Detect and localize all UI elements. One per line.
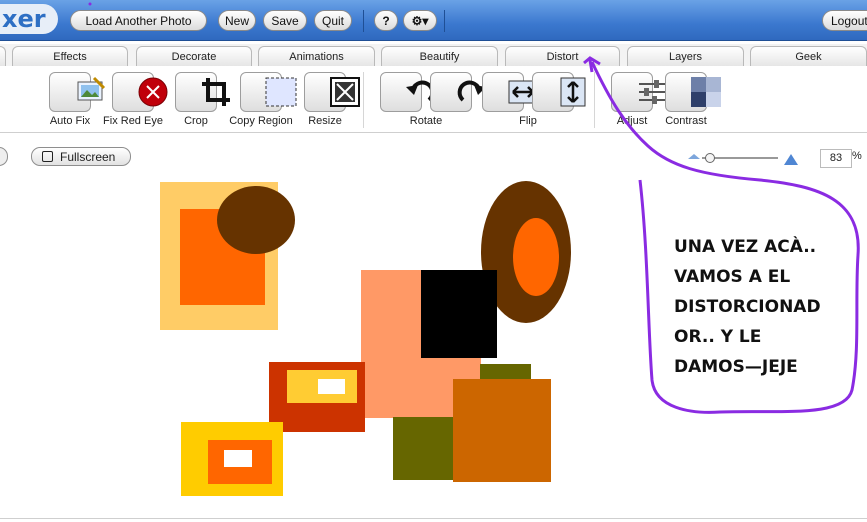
top-bar: xer Load Another Photo New Save Quit ? ⚙…	[0, 0, 867, 41]
red-eye-icon	[138, 77, 168, 107]
shape-olive-rect	[393, 417, 453, 480]
help-icon[interactable]: ?	[374, 10, 398, 31]
tab-partial[interactable]	[0, 46, 6, 66]
fix-red-eye-button[interactable]	[112, 72, 168, 112]
gear-icon[interactable]: ⚙▾	[403, 10, 437, 31]
copy-region-button[interactable]	[240, 72, 297, 112]
annotation-line: DISTORCIONAD	[674, 297, 821, 317]
crop-label: Crop	[184, 115, 208, 127]
annotation-line: DAMOS—JEJE	[674, 357, 798, 377]
tool-divider	[363, 72, 364, 128]
auto-fix-tool[interactable]: Auto Fix	[40, 72, 106, 127]
rotate-right-button[interactable]	[430, 72, 486, 112]
menu-tabs: Effects Decorate Animations Beautify Dis…	[0, 44, 867, 67]
copy-region-label: Copy Region	[229, 115, 293, 127]
shape-black-rect	[421, 270, 497, 358]
load-another-photo-button[interactable]: Load Another Photo	[70, 10, 207, 31]
annotation-text: UNA VEZ ACÀ.. VAMOS A EL DISTORCIONAD OR…	[674, 232, 859, 382]
tool-panel: Auto Fix Fix Red Eye Crop Copy Region Re…	[0, 66, 867, 133]
tab-animations[interactable]: Animations	[258, 46, 375, 66]
flip-label: Flip	[519, 115, 537, 127]
tab-layers[interactable]: Layers	[627, 46, 744, 66]
copy-region-icon	[265, 77, 297, 107]
shape-brown-oval	[217, 186, 295, 254]
annotation-line: VAMOS A EL	[674, 267, 791, 287]
resize-tool[interactable]: Resize	[300, 72, 360, 127]
new-button[interactable]: New	[218, 10, 256, 31]
resize-icon	[330, 77, 360, 107]
shape-white-rect	[318, 379, 345, 394]
tool-divider	[594, 72, 595, 128]
flip-horizontal-button[interactable]	[482, 72, 538, 112]
tab-distort[interactable]: Distort	[505, 46, 620, 66]
auto-fix-label: Auto Fix	[49, 115, 91, 127]
adjust-button[interactable]	[611, 72, 665, 112]
logout-button[interactable]: Logout	[822, 10, 867, 31]
adjust-tool[interactable]: Adjust	[606, 72, 665, 127]
auto-fix-button[interactable]	[49, 72, 106, 112]
contrast-tool[interactable]: Contrast	[658, 72, 721, 127]
app-logo: xer	[0, 4, 58, 34]
shape-orange-oval	[513, 218, 559, 296]
copy-region-tool[interactable]: Copy Region	[226, 72, 297, 127]
flip-tool: Flip	[480, 72, 586, 127]
crop-tool[interactable]: Crop	[170, 72, 230, 127]
fix-red-eye-label: Fix Red Eye	[103, 115, 163, 127]
toolbar-divider	[444, 10, 445, 32]
rotate-label: Rotate	[409, 115, 443, 127]
quit-button[interactable]: Quit	[314, 10, 352, 31]
tab-decorate[interactable]: Decorate	[136, 46, 252, 66]
annotation-line: UNA VEZ ACÀ..	[674, 237, 817, 257]
resize-button[interactable]	[304, 72, 360, 112]
rotate-tool: Rotate	[378, 72, 486, 127]
shape-dark-orange-rect	[453, 379, 551, 482]
annotation-line: OR.. Y LE	[674, 327, 762, 347]
tab-beautify[interactable]: Beautify	[381, 46, 498, 66]
flip-vertical-button[interactable]	[532, 72, 586, 112]
flip-vertical-icon	[560, 77, 586, 107]
toolbar-divider	[363, 10, 364, 32]
contrast-icon	[691, 77, 721, 107]
resize-label: Resize	[308, 115, 342, 127]
shape-white-rect-bottom	[224, 450, 252, 467]
crop-button[interactable]	[175, 72, 230, 112]
rotate-left-button[interactable]	[380, 72, 435, 112]
contrast-button[interactable]	[665, 72, 721, 112]
canvas-bottom-divider	[0, 518, 867, 519]
save-button[interactable]: Save	[263, 10, 307, 31]
fix-red-eye-tool[interactable]: Fix Red Eye	[102, 72, 168, 127]
adjust-label: Adjust	[616, 115, 648, 127]
tab-geek[interactable]: Geek	[750, 46, 867, 66]
tab-effects[interactable]: Effects	[12, 46, 128, 66]
contrast-label: Contrast	[665, 115, 707, 127]
